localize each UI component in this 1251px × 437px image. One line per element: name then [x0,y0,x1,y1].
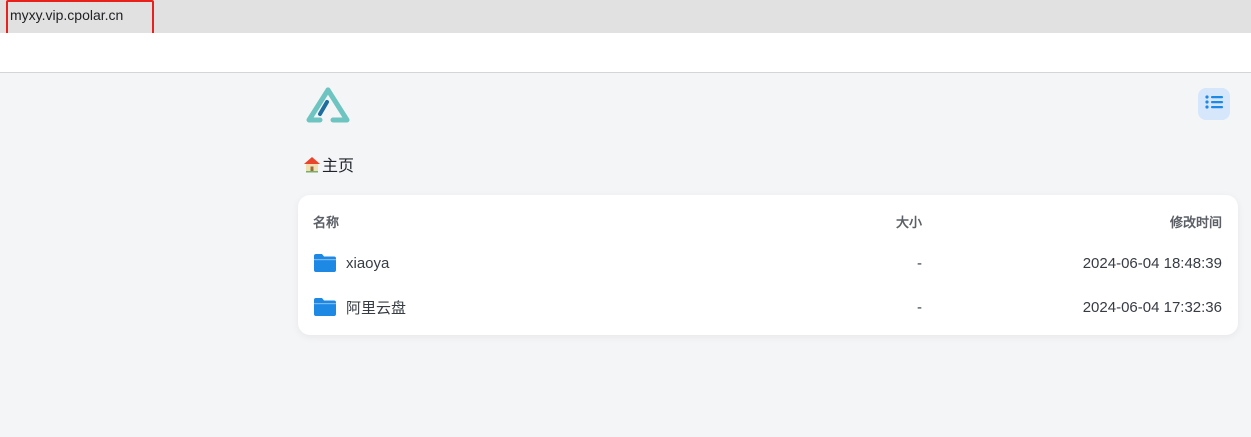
alist-logo-icon[interactable] [306,86,350,124]
list-icon [1205,94,1223,115]
file-row-xiaoya[interactable]: xiaoya - 2024-06-04 18:48:39 [298,243,1238,283]
file-name[interactable]: 阿里云盘 [346,297,406,318]
breadcrumb-home-link[interactable]: 主页 [322,152,354,176]
column-header-size[interactable]: 大小 [896,201,922,241]
page-top-band [0,33,1251,73]
list-view-toggle-button[interactable] [1198,88,1230,120]
column-header-modified[interactable]: 修改时间 [1170,201,1222,241]
file-modified: 2024-06-04 18:48:39 [1082,254,1222,272]
browser-address-bar[interactable]: myxy.vip.cpolar.cn [0,0,1251,33]
file-name-cell[interactable]: xiaoya [313,243,389,283]
main-content: 主页 名称 大小 修改时间 xiaoya - 2024-06-04 18:48:… [0,74,1251,437]
folder-icon [313,253,337,273]
folder-icon [313,297,337,317]
file-size: - [917,254,922,272]
file-list-header: 名称 大小 修改时间 [298,201,1238,241]
file-name-cell[interactable]: 阿里云盘 [313,287,406,327]
breadcrumb: 主页 [303,152,354,176]
file-row-aliyun[interactable]: 阿里云盘 - 2024-06-04 17:32:36 [298,287,1238,327]
file-modified: 2024-06-04 17:32:36 [1082,298,1222,316]
column-header-name[interactable]: 名称 [313,201,339,241]
file-name[interactable]: xiaoya [346,255,389,272]
file-list: 名称 大小 修改时间 xiaoya - 2024-06-04 18:48:39 [298,195,1238,335]
house-icon[interactable] [303,156,321,173]
file-size: - [917,298,922,316]
